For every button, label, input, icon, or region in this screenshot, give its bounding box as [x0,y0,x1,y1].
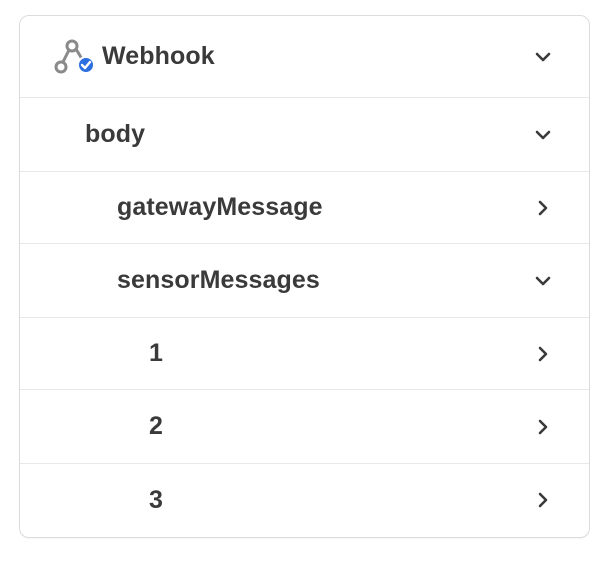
tree-item-label: 3 [149,485,164,514]
webhook-tree-panel: Webhook body gatewayMessage sensorMessag… [19,15,590,538]
tree-item-label: body [85,120,146,148]
tree-item-label: sensorMessages [117,266,320,294]
chevron-right-icon[interactable] [533,417,553,437]
webhook-title: Webhook [102,42,215,70]
tree-item-sensormessages[interactable]: sensorMessages [20,244,589,318]
chevron-down-icon[interactable] [533,47,553,67]
webhook-header-row[interactable]: Webhook [20,16,589,98]
tree-item-2[interactable]: 2 [20,390,589,464]
webhook-verified-icon [52,37,96,77]
tree-item-label: 2 [149,412,164,440]
chevron-right-icon[interactable] [533,344,553,364]
tree-item-body[interactable]: body [20,98,589,172]
tree-item-1[interactable]: 1 [20,318,589,390]
tree-item-label: 1 [149,339,164,367]
chevron-down-icon[interactable] [533,271,553,291]
chevron-right-icon[interactable] [533,490,553,510]
tree-item-3[interactable]: 3 [20,464,589,536]
tree-item-label: gatewayMessage [117,193,323,221]
tree-item-gatewaymessage[interactable]: gatewayMessage [20,172,589,244]
chevron-down-icon[interactable] [533,125,553,145]
chevron-right-icon[interactable] [533,198,553,218]
